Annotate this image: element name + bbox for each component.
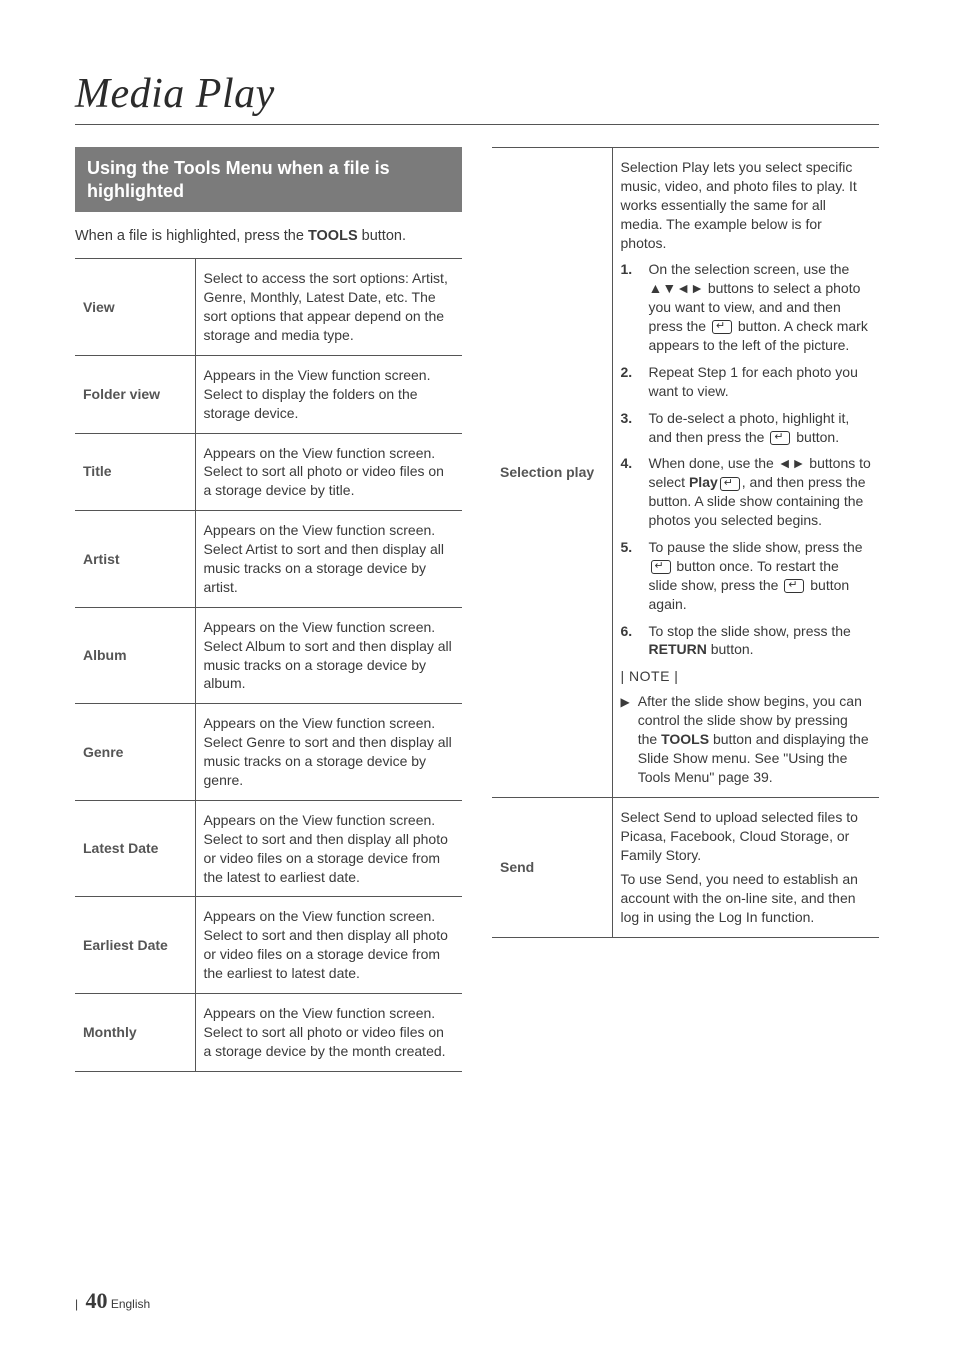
row-desc: Appears on the View function screen. Sel… bbox=[195, 704, 462, 801]
step-item: 2. Repeat Step 1 for each photo you want … bbox=[621, 363, 872, 401]
row-desc: Appears on the View function screen. Sel… bbox=[195, 433, 462, 511]
row-desc: Appears on the View function screen. Sel… bbox=[195, 800, 462, 897]
page-number: 40 bbox=[85, 1288, 107, 1313]
step-number: 5. bbox=[621, 538, 639, 614]
footer-bar: | bbox=[75, 1297, 78, 1311]
selection-play-label: Selection play bbox=[492, 148, 612, 798]
note-text: After the slide show begins, you can con… bbox=[638, 692, 871, 786]
enter-button-icon bbox=[651, 560, 671, 574]
page-title: Media Play bbox=[75, 70, 879, 125]
left-table: ViewSelect to access the sort options: A… bbox=[75, 258, 462, 1071]
table-row: AlbumAppears on the View function screen… bbox=[75, 607, 462, 704]
row-label: Earliest Date bbox=[75, 897, 195, 994]
row-label: Folder view bbox=[75, 355, 195, 433]
step-number: 1. bbox=[621, 260, 639, 354]
send-label: Send bbox=[492, 797, 612, 937]
table-row: MonthlyAppears on the View function scre… bbox=[75, 994, 462, 1072]
two-column-layout: Using the Tools Menu when a file is high… bbox=[75, 147, 879, 1072]
row-desc: Appears on the View function screen. Sel… bbox=[195, 994, 462, 1072]
table-row: ViewSelect to access the sort options: A… bbox=[75, 259, 462, 356]
row-label: Monthly bbox=[75, 994, 195, 1072]
step-item: 6. To stop the slide show, press the RETU… bbox=[621, 622, 872, 660]
table-row: ArtistAppears on the View function scree… bbox=[75, 511, 462, 608]
footer-lang: English bbox=[111, 1297, 150, 1311]
step-item: 3. To de-select a photo, highlight it, an… bbox=[621, 409, 872, 447]
table-row: Latest DateAppears on the View function … bbox=[75, 800, 462, 897]
selection-play-row: Selection play Selection Play lets you s… bbox=[492, 148, 879, 798]
note-item: ▶ After the slide show begins, you can c… bbox=[621, 692, 872, 786]
selection-play-intro: Selection Play lets you select specific … bbox=[621, 158, 872, 252]
step-text: On the selection screen, use the ▲▼◄► bu… bbox=[649, 260, 872, 354]
row-label: View bbox=[75, 259, 195, 356]
step-text: Repeat Step 1 for each photo you want to… bbox=[649, 363, 872, 401]
send-row: Send Select Send to upload selected file… bbox=[492, 797, 879, 937]
left-column: Using the Tools Menu when a file is high… bbox=[75, 147, 462, 1072]
note-bullet-icon: ▶ bbox=[621, 694, 630, 786]
row-label: Genre bbox=[75, 704, 195, 801]
step-item: 4.When done, use the ◄► buttons to selec… bbox=[621, 454, 872, 530]
step-bold: Play bbox=[689, 474, 718, 490]
table-row: Earliest DateAppears on the View functio… bbox=[75, 897, 462, 994]
table-row: Folder viewAppears in the View function … bbox=[75, 355, 462, 433]
right-table: Selection play Selection Play lets you s… bbox=[492, 147, 879, 938]
page-container: Media Play Using the Tools Menu when a f… bbox=[0, 0, 954, 1354]
enter-button-icon bbox=[784, 579, 804, 593]
selection-play-cell: Selection Play lets you select specific … bbox=[612, 148, 879, 798]
row-label: Latest Date bbox=[75, 800, 195, 897]
note-label: | NOTE | bbox=[621, 667, 872, 686]
note-tools-word: TOOLS bbox=[661, 731, 709, 747]
row-label: Title bbox=[75, 433, 195, 511]
row-label: Artist bbox=[75, 511, 195, 608]
step-number: 6. bbox=[621, 622, 639, 660]
step-number: 3. bbox=[621, 409, 639, 447]
step-number: 2. bbox=[621, 363, 639, 401]
step-item: 5.To pause the slide show, press the but… bbox=[621, 538, 872, 614]
right-column: Selection play Selection Play lets you s… bbox=[492, 147, 879, 1072]
intro-tools-word: TOOLS bbox=[308, 228, 358, 244]
page-footer: | 40 English bbox=[75, 1288, 150, 1314]
row-desc: Appears on the View function screen. Sel… bbox=[195, 511, 462, 608]
section-heading: Using the Tools Menu when a file is high… bbox=[75, 147, 462, 212]
step-text: To de-select a photo, highlight it, and … bbox=[649, 409, 872, 447]
enter-button-icon bbox=[720, 477, 740, 491]
send-desc-2: To use Send, you need to establish an ac… bbox=[621, 870, 872, 927]
step-text: To stop the slide show, press the RETURN… bbox=[649, 622, 872, 660]
row-desc: Appears in the View function screen. Sel… bbox=[195, 355, 462, 433]
row-label: Album bbox=[75, 607, 195, 704]
intro-suffix: button. bbox=[358, 228, 406, 244]
step-text: When done, use the ◄► buttons to select … bbox=[649, 454, 872, 530]
row-desc: Appears on the View function screen. Sel… bbox=[195, 607, 462, 704]
step-item: 1.On the selection screen, use the ▲▼◄► … bbox=[621, 260, 872, 354]
table-row: TitleAppears on the View function screen… bbox=[75, 433, 462, 511]
enter-button-icon bbox=[712, 320, 732, 334]
intro-text: When a file is highlighted, press the TO… bbox=[75, 226, 462, 246]
intro-prefix: When a file is highlighted, press the bbox=[75, 228, 308, 244]
step-bold: RETURN bbox=[649, 641, 707, 657]
table-row: GenreAppears on the View function screen… bbox=[75, 704, 462, 801]
steps-list: 1.On the selection screen, use the ▲▼◄► … bbox=[621, 260, 872, 659]
step-number: 4. bbox=[621, 454, 639, 530]
send-desc-1: Select Send to upload selected files to … bbox=[621, 808, 872, 865]
row-desc: Select to access the sort options: Artis… bbox=[195, 259, 462, 356]
send-cell: Select Send to upload selected files to … bbox=[612, 797, 879, 937]
enter-button-icon bbox=[770, 431, 790, 445]
step-text: To pause the slide show, press the butto… bbox=[649, 538, 872, 614]
row-desc: Appears on the View function screen. Sel… bbox=[195, 897, 462, 994]
